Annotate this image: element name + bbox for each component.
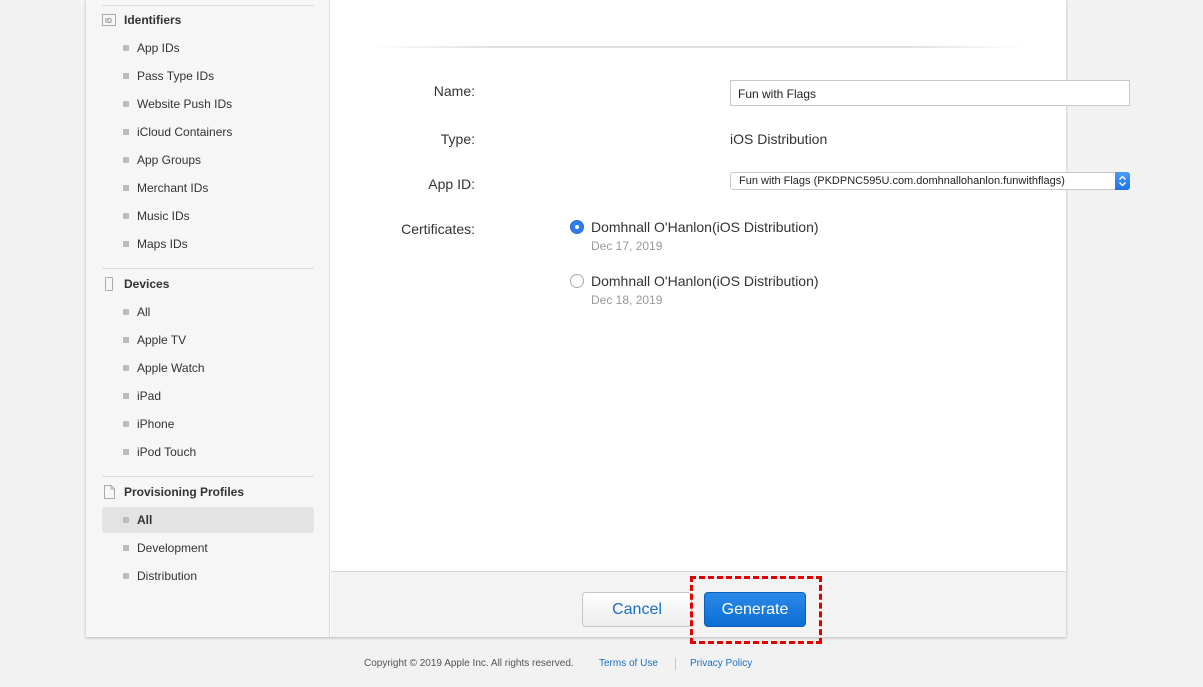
sidebar-item-label: Pass Type IDs bbox=[137, 69, 215, 83]
certificate-name: Domhnall O'Hanlon(iOS Distribution) bbox=[591, 273, 819, 289]
bullet-icon bbox=[123, 241, 129, 247]
sidebar-item-pass-type-ids[interactable]: Pass Type IDs bbox=[102, 63, 314, 89]
bullet-icon bbox=[123, 73, 129, 79]
terms-of-use-link[interactable]: Terms of Use bbox=[599, 658, 658, 669]
cancel-button[interactable]: Cancel bbox=[582, 592, 692, 627]
sidebar-item-ipad[interactable]: iPad bbox=[102, 383, 314, 409]
sidebar-item-label: iPhone bbox=[137, 417, 175, 431]
sidebar: ID Identifiers App IDs Pass Type IDs Web… bbox=[86, 0, 330, 637]
svg-text:ID: ID bbox=[105, 18, 112, 25]
sidebar-item-maps-ids[interactable]: Maps IDs bbox=[102, 231, 314, 257]
bullet-icon bbox=[123, 129, 129, 135]
sidebar-item-label: All bbox=[137, 513, 153, 527]
sidebar-item-app-groups[interactable]: App Groups bbox=[102, 147, 314, 173]
sidebar-item-label: Music IDs bbox=[137, 209, 190, 223]
name-input[interactable]: Fun with Flags bbox=[730, 80, 1130, 106]
sidebar-item-icloud-containers[interactable]: iCloud Containers bbox=[102, 119, 314, 145]
sidebar-item-label: iPad bbox=[137, 389, 162, 403]
sidebar-item-ipod-touch[interactable]: iPod Touch bbox=[102, 439, 314, 465]
sidebar-item-label: iPod Touch bbox=[137, 445, 197, 459]
sidebar-divider bbox=[102, 5, 314, 6]
bullet-icon bbox=[123, 393, 129, 399]
certificate-date: Dec 17, 2019 bbox=[591, 239, 663, 253]
main-card: ID Identifiers App IDs Pass Type IDs Web… bbox=[86, 0, 1130, 637]
sidebar-item-label: Apple TV bbox=[137, 333, 187, 347]
sidebar-item-music-ids[interactable]: Music IDs bbox=[102, 203, 314, 229]
section-title: Identifiers bbox=[124, 13, 182, 27]
section-title: Devices bbox=[124, 277, 170, 291]
id-badge-icon: ID bbox=[102, 13, 116, 27]
name-label: Name: bbox=[433, 83, 475, 99]
type-label: Type: bbox=[440, 131, 475, 147]
sidebar-item-apple-watch[interactable]: Apple Watch bbox=[102, 355, 314, 381]
bullet-icon bbox=[123, 185, 129, 191]
sidebar-item-label: Website Push IDs bbox=[137, 97, 233, 111]
bullet-icon bbox=[123, 573, 129, 579]
section-title: Provisioning Profiles bbox=[124, 485, 245, 499]
bullet-icon bbox=[123, 157, 129, 163]
sidebar-divider bbox=[102, 268, 314, 269]
certificate-date: Dec 18, 2019 bbox=[591, 293, 663, 307]
copyright-text: Copyright © 2019 Apple Inc. All rights r… bbox=[364, 658, 574, 669]
certificates-label: Certificates: bbox=[401, 221, 475, 237]
sidebar-item-label: Development bbox=[137, 541, 208, 555]
sidebar-item-distribution[interactable]: Distribution bbox=[102, 563, 314, 589]
sidebar-item-label: Merchant IDs bbox=[137, 181, 209, 195]
section-divider bbox=[371, 46, 1026, 48]
type-value: iOS Distribution bbox=[730, 131, 828, 147]
certificate-radio-1[interactable] bbox=[570, 220, 584, 234]
select-arrows-icon bbox=[1115, 172, 1130, 190]
sidebar-item-label: All bbox=[137, 305, 151, 319]
bullet-icon bbox=[123, 213, 129, 219]
bullet-icon bbox=[123, 309, 129, 315]
bullet-icon bbox=[123, 517, 129, 523]
sidebar-item-label: Maps IDs bbox=[137, 237, 188, 251]
sidebar-item-development[interactable]: Development bbox=[102, 535, 314, 561]
document-icon bbox=[102, 485, 116, 499]
sidebar-item-website-push-ids[interactable]: Website Push IDs bbox=[102, 91, 314, 117]
bullet-icon bbox=[123, 45, 129, 51]
profile-form: Name: Fun with Flags Type: iOS Distribut… bbox=[331, 0, 1130, 571]
highlight-box bbox=[690, 576, 822, 644]
bullet-icon bbox=[123, 337, 129, 343]
bullet-icon bbox=[123, 449, 129, 455]
app-id-select[interactable]: Fun with Flags (PKDPNC595U.com.domhnallo… bbox=[730, 172, 1130, 190]
section-header-provisioning-profiles: Provisioning Profiles bbox=[102, 482, 244, 502]
sidebar-item-label: App Groups bbox=[137, 153, 202, 167]
sidebar-divider bbox=[102, 476, 314, 477]
page-footer: Copyright © 2019 Apple Inc. All rights r… bbox=[0, 658, 1203, 672]
certificate-radio-2[interactable] bbox=[570, 274, 584, 288]
sidebar-item-app-ids[interactable]: App IDs bbox=[102, 35, 314, 61]
privacy-policy-link[interactable]: Privacy Policy bbox=[690, 658, 752, 669]
app-id-label: App ID: bbox=[428, 176, 475, 192]
sidebar-item-profiles-all[interactable]: All bbox=[102, 507, 314, 533]
footer-separator bbox=[675, 658, 676, 670]
sidebar-item-label: App IDs bbox=[137, 41, 180, 55]
device-icon bbox=[102, 277, 116, 291]
sidebar-item-iphone[interactable]: iPhone bbox=[102, 411, 314, 437]
sidebar-item-devices-all[interactable]: All bbox=[102, 299, 314, 325]
section-header-devices: Devices bbox=[102, 274, 169, 294]
section-header-identifiers: ID Identifiers bbox=[102, 10, 181, 30]
sidebar-item-apple-tv[interactable]: Apple TV bbox=[102, 327, 314, 353]
sidebar-item-merchant-ids[interactable]: Merchant IDs bbox=[102, 175, 314, 201]
app-id-selected-value: Fun with Flags (PKDPNC595U.com.domhnallo… bbox=[739, 175, 1065, 187]
bullet-icon bbox=[123, 365, 129, 371]
bullet-icon bbox=[123, 421, 129, 427]
sidebar-item-label: iCloud Containers bbox=[137, 125, 233, 139]
sidebar-item-label: Apple Watch bbox=[137, 361, 205, 375]
bullet-icon bbox=[123, 545, 129, 551]
bullet-icon bbox=[123, 101, 129, 107]
certificate-name: Domhnall O'Hanlon(iOS Distribution) bbox=[591, 219, 819, 235]
sidebar-item-label: Distribution bbox=[137, 569, 198, 583]
